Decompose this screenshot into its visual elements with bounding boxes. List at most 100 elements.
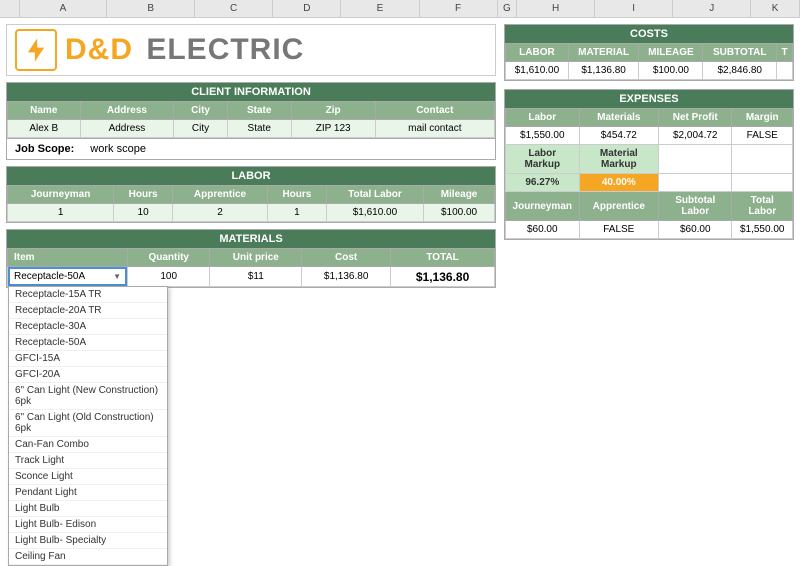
exp-col-materials: Materials [579,109,659,127]
client-information-section: CLIENT INFORMATION Name Address City Sta… [6,82,496,139]
job-scope-label: Job Scope: [15,143,74,155]
col-header-e: E [341,0,419,17]
exp-markup-empty1 [659,145,732,174]
exp-apprentice-value: FALSE [579,221,659,239]
mat-col-item: Item [8,249,128,267]
dropdown-list: Receptacle-15A TRReceptacle-20A TRRecept… [8,286,168,566]
labor-apprentice: 2 [173,204,268,222]
exp-col2-total: Total Labor [732,192,793,221]
dropdown-list-item[interactable]: GFCI-20A [9,367,167,383]
exp-material-markup-label: Material Markup [579,145,659,174]
dropdown-list-item[interactable]: Light Bulb [9,501,167,517]
mat-cost-value: $1,136.80 [302,267,391,287]
dropdown-list-item[interactable]: Ceiling Fan [9,549,167,565]
exp-materials-value: $454.72 [579,127,659,145]
exp-net-profit-value: $2,004.72 [659,127,732,145]
dropdown-list-item[interactable]: Sconce Light [9,469,167,485]
dropdown-list-item[interactable]: Receptacle-15A TR [9,287,167,303]
costs-section-header: COSTS [505,25,793,43]
col-contact: Contact [375,102,494,120]
col-zip: Zip [291,102,375,120]
exp-col-net-profit: Net Profit [659,109,732,127]
dropdown-list-item[interactable]: Pendant Light [9,485,167,501]
dropdown-list-item[interactable]: 6" Can Light (Old Construction) 6pk [9,410,167,437]
dropdown-list-item[interactable]: Receptacle-50A [9,335,167,351]
mat-col-cost: Cost [302,249,391,267]
dropdown-selected-value: Receptacle-50A [14,271,85,282]
dropdown-list-item[interactable]: Receptacle-20A TR [9,303,167,319]
labor-col-mileage: Mileage [424,186,495,204]
dropdown-list-item[interactable]: Receptacle-30A [9,319,167,335]
client-address: Address [80,120,174,138]
labor-mileage: $100.00 [424,204,495,222]
costs-mileage-value: $100.00 [639,62,703,80]
exp-labor-markup-value: 96.27% [506,174,580,192]
costs-col-material: MATERIAL [568,44,638,62]
exp-total-labor-value: $1,550.00 [732,221,793,239]
exp-col-labor: Labor [506,109,580,127]
costs-col-t: T [777,44,793,62]
exp-markup-empty2 [732,145,793,174]
labor-col-app-hours: Hours [268,186,327,204]
col-header-a: A [20,0,108,17]
dropdown-list-item[interactable]: GFCI-15A [9,351,167,367]
materials-section: MATERIALS Item Quantity Unit price Cost … [6,229,496,288]
col-address: Address [80,102,174,120]
labor-section-header: LABOR [7,167,495,185]
col-header-c: C [195,0,273,17]
labor-col-journeyman: Journeyman [8,186,114,204]
exp-labor-markup-label: Labor Markup [506,145,580,174]
client-contact: mail contact [375,120,494,138]
dropdown-list-item[interactable]: Track Light [9,453,167,469]
costs-col-subtotal: SUBTOTAL [703,44,777,62]
mat-col-unit: Unit price [210,249,302,267]
exp-markup-empty4 [732,174,793,192]
dropdown-list-item[interactable]: Light Bulb- Edison [9,517,167,533]
mat-unit-value: $11 [210,267,302,287]
labor-app-hours: 1 [268,204,327,222]
exp-journeyman-value: $60.00 [506,221,580,239]
col-header-f: F [420,0,498,17]
client-name: Alex B [8,120,81,138]
exp-col2-apprentice: Apprentice [579,192,659,221]
mat-total-cell: $1,136.80 [391,267,495,287]
job-scope-value: work scope [90,143,146,155]
dropdown-list-item[interactable]: Light Bulb- Specialty [9,533,167,549]
mat-col-qty: Quantity [128,249,210,267]
job-scope-row: Job Scope: work scope [6,139,496,160]
dropdown-list-item[interactable]: 6" Can Light (New Construction) 6pk [9,383,167,410]
expenses-section: EXPENSES Labor Materials Net Profit Marg… [504,89,794,240]
costs-labor-value: $1,610.00 [506,62,569,80]
col-header-k: K [751,0,800,17]
col-header-h: H [517,0,595,17]
dropdown-arrow-icon: ▼ [113,272,121,281]
costs-t-value [777,62,793,80]
col-header-j: J [673,0,751,17]
mat-col-total: TOTAL [391,249,495,267]
labor-total: $1,610.00 [326,204,423,222]
costs-material-value: $1,136.80 [568,62,638,80]
mat-dropdown[interactable]: Receptacle-50A ▼ [8,267,127,286]
company-header: D&D ELECTRIC [6,24,496,76]
exp-markup-empty3 [659,174,732,192]
labor-col-apprentice: Apprentice [173,186,268,204]
exp-col-margin: Margin [732,109,793,127]
costs-col-mileage: MILEAGE [639,44,703,62]
labor-section: LABOR Journeyman Hours Apprentice Hours … [6,166,496,223]
exp-margin-value: FALSE [732,127,793,145]
company-name: D&D ELECTRIC [65,33,304,67]
col-name: Name [8,102,81,120]
labor-journeyman: 1 [8,204,114,222]
labor-col-total: Total Labor [326,186,423,204]
client-city: City [174,120,227,138]
col-state: State [227,102,291,120]
col-header-b: B [107,0,195,17]
mat-qty-value: 100 [128,267,210,287]
dropdown-list-item[interactable]: Can-Fan Combo [9,437,167,453]
mat-item-cell[interactable]: Receptacle-50A ▼ Receptacle-15A TRRecept… [8,267,128,287]
expenses-section-header: EXPENSES [505,90,793,108]
col-header-d: D [273,0,341,17]
client-zip: ZIP 123 [291,120,375,138]
client-section-header: CLIENT INFORMATION [7,83,495,101]
materials-header: MATERIALS [7,230,495,248]
